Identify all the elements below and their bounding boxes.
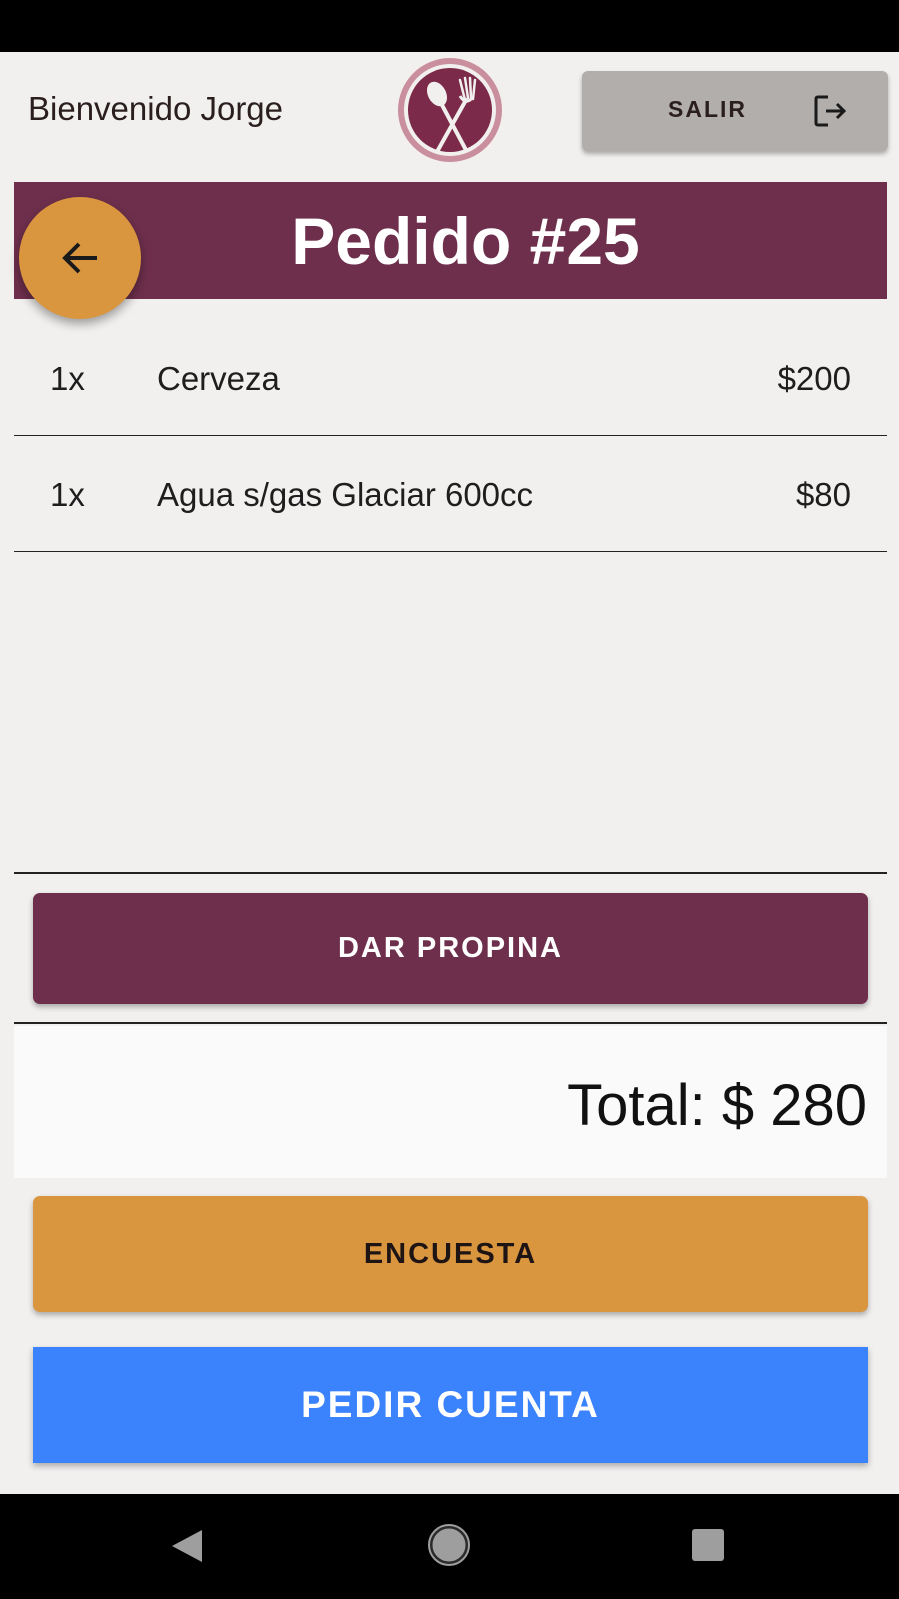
logout-icon [814,95,847,127]
page-title: Pedido #25 [291,203,640,278]
request-bill-button[interactable]: PEDIR CUENTA [33,1347,868,1463]
item-name: Cerveza [157,360,280,397]
welcome-text: Bienvenido Jorge [28,90,284,127]
arrow-left-icon [62,242,97,274]
divider [14,872,887,874]
logout-button[interactable]: SALIR [582,71,888,151]
item-price: $80 [795,476,851,513]
cutlery-logo-icon [398,58,502,162]
item-quantity: 1x [50,360,85,397]
nav-back-triangle-icon[interactable] [170,1528,204,1564]
list-item: 1x Agua s/gas Glaciar 600cc $80 [14,436,887,552]
total-panel: Total: $ 280 [14,1026,887,1178]
tip-button[interactable]: DAR PROPINA [33,893,868,1004]
order-items-list: 1x Cerveza $200 1x Agua s/gas Glaciar 60… [14,320,887,552]
item-price: $200 [777,360,851,397]
list-item: 1x Cerveza $200 [14,320,887,436]
nav-recents-square-icon[interactable] [691,1528,725,1562]
system-navigation-bar [0,1494,899,1599]
item-name: Agua s/gas Glaciar 600cc [157,476,534,513]
order-total: Total: $ 280 [567,1073,867,1138]
logout-label: SALIR [668,96,747,122]
app-screen: Bienvenido Jorge SALIR Pedido #25 1x Cer… [0,52,899,1494]
back-button[interactable] [19,197,141,319]
divider [14,1022,887,1024]
item-quantity: 1x [50,476,85,513]
order-title-banner: Pedido #25 [14,182,887,299]
survey-button[interactable]: ENCUESTA [33,1196,868,1312]
status-bar [0,0,899,52]
nav-home-circle-icon[interactable] [428,1524,470,1566]
